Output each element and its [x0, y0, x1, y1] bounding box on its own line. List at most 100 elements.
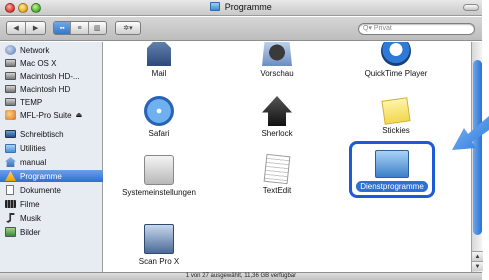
sidebar-item-dokumente[interactable]: Dokumente	[0, 184, 103, 196]
status-bar: 1 von 27 ausgewählt, 11,36 GB verfügbar	[0, 272, 482, 280]
sidebar-item-label: Programme	[20, 171, 62, 181]
forward-button[interactable]: ▶	[26, 22, 45, 34]
back-button[interactable]: ◀	[7, 22, 27, 34]
column-view-button[interactable]: ▥	[89, 22, 106, 34]
app-label: Sherlock	[261, 129, 293, 138]
sidebar-item-label: Bilder	[20, 227, 41, 237]
sidebar-item-manual[interactable]: manual	[0, 156, 103, 168]
finder-window: Programme ◀ ▶ ▪▪ ≡ ▥ ✲▾ Q▾ Privat Networ…	[0, 0, 483, 280]
quicktime-icon	[381, 42, 411, 66]
app-label: Scan Pro X	[138, 257, 180, 266]
folder-icon	[5, 143, 16, 153]
app-label: QuickTime Player	[364, 69, 428, 78]
scan-icon	[144, 224, 174, 254]
pictures-icon	[5, 227, 16, 237]
app-label: Systemeinstellungen	[122, 188, 196, 197]
app-item-scan[interactable]: Scan Pro X	[104, 224, 214, 266]
app-label: Safari	[148, 129, 170, 138]
nav-segment: ◀ ▶	[6, 21, 46, 35]
search-placeholder: Privat	[373, 25, 392, 32]
app-label: Dienstprogramme	[356, 181, 428, 192]
utilities-folder-icon	[375, 150, 409, 178]
app-label: TextEdit	[262, 186, 292, 195]
applications-folder-icon	[210, 2, 221, 11]
sidebar-item-macintosh-hd-2[interactable]: Macintosh HD-...	[0, 70, 103, 82]
vertical-scrollbar[interactable]: ▲ ▼	[471, 42, 483, 272]
list-view-button[interactable]: ≡	[71, 22, 89, 34]
app-label: Vorschau	[260, 69, 294, 78]
app-item-sherlock[interactable]: Sherlock	[222, 96, 332, 138]
drive-icon	[5, 85, 16, 93]
app-item-stickies[interactable]: Stickies	[341, 96, 451, 135]
eject-icon[interactable]: ⏏	[76, 111, 83, 119]
sidebar-item-filme[interactable]: Filme	[0, 198, 103, 210]
drive-icon	[5, 98, 16, 106]
stickies-icon	[381, 97, 411, 125]
system-preferences-icon	[144, 155, 174, 185]
sidebar-item-macintosh-hd[interactable]: Macintosh HD	[0, 83, 103, 95]
sidebar: Network Mac OS X Macintosh HD-... Macint…	[0, 42, 103, 272]
sidebar-item-temp[interactable]: TEMP	[0, 96, 103, 108]
home-icon	[5, 157, 16, 167]
documents-icon	[6, 185, 14, 195]
sidebar-item-programme[interactable]: Programme	[0, 170, 103, 182]
sherlock-icon	[262, 96, 292, 126]
toolbar-toggle-button[interactable]	[463, 4, 479, 11]
pointer-arrow-icon	[452, 116, 489, 150]
sidebar-item-label: Utilities	[20, 143, 46, 153]
sidebar-item-label: Macintosh HD	[20, 84, 71, 94]
music-icon	[6, 213, 15, 223]
desktop-icon	[5, 130, 16, 138]
title-bar[interactable]: Programme	[0, 0, 482, 16]
app-label: Stickies	[382, 126, 410, 135]
disk-image-icon	[5, 110, 16, 120]
action-button[interactable]: ✲▾	[116, 22, 140, 34]
sidebar-item-network[interactable]: Network	[0, 44, 103, 56]
app-item-quicktime-player[interactable]: QuickTime Player	[341, 42, 451, 78]
sidebar-item-label: Filme	[20, 199, 40, 209]
icon-view-button[interactable]: ▪▪	[54, 22, 72, 34]
window-title: Programme	[224, 2, 272, 12]
sidebar-item-label: Mac OS X	[20, 58, 57, 68]
sidebar-item-label: MFL-Pro Suite	[20, 110, 72, 120]
sidebar-item-mfl-pro-suite[interactable]: MFL-Pro Suite ⏏	[0, 109, 103, 121]
app-item-mail[interactable]: Mail	[104, 42, 214, 78]
scroll-up-button[interactable]: ▲	[472, 251, 483, 261]
app-item-vorschau[interactable]: Vorschau	[222, 42, 332, 78]
sidebar-item-label: TEMP	[20, 97, 43, 107]
sidebar-item-schreibtisch[interactable]: Schreibtisch	[0, 128, 103, 140]
toolbar: ◀ ▶ ▪▪ ≡ ▥ ✲▾ Q▾ Privat	[0, 17, 482, 41]
mail-icon	[147, 42, 171, 66]
preview-icon	[262, 42, 292, 66]
sidebar-item-label: Dokumente	[20, 185, 61, 195]
app-item-textedit[interactable]: TextEdit	[222, 153, 332, 195]
app-item-dienstprogramme[interactable]: Dienstprogramme	[337, 150, 447, 192]
app-item-safari[interactable]: Safari	[104, 96, 214, 138]
sidebar-item-label: Network	[20, 45, 50, 55]
view-segment: ▪▪ ≡ ▥	[53, 21, 107, 35]
drive-icon	[5, 72, 16, 80]
search-icon: Q▾	[363, 25, 372, 32]
applications-icon	[5, 171, 16, 181]
scroll-down-button[interactable]: ▼	[472, 261, 483, 271]
window-title-wrap: Programme	[0, 2, 482, 12]
sidebar-item-label: Musik	[20, 213, 41, 223]
sidebar-item-label: manual	[20, 157, 47, 167]
search-input[interactable]: Q▾ Privat	[358, 23, 475, 35]
app-item-systemeinstellungen[interactable]: Systemeinstellungen	[104, 155, 214, 197]
sidebar-item-mac-os-x[interactable]: Mac OS X	[0, 57, 103, 69]
file-browser-content: Mail Vorschau QuickTime Player Safari Sh…	[104, 42, 470, 272]
sidebar-item-utilities[interactable]: Utilities	[0, 142, 103, 154]
status-text: 1 von 27 ausgewählt, 11,36 GB verfügbar	[185, 273, 297, 279]
textedit-icon	[263, 153, 291, 185]
network-icon	[5, 45, 16, 55]
movies-icon	[5, 200, 16, 208]
safari-icon	[144, 96, 174, 126]
drive-icon	[5, 59, 16, 67]
sidebar-item-label: Macintosh HD-...	[20, 71, 80, 81]
sidebar-item-musik[interactable]: Musik	[0, 212, 103, 224]
sidebar-item-label: Schreibtisch	[20, 129, 64, 139]
sidebar-item-bilder[interactable]: Bilder	[0, 226, 103, 238]
app-label: Mail	[151, 69, 167, 78]
action-menu: ✲▾	[115, 21, 141, 35]
